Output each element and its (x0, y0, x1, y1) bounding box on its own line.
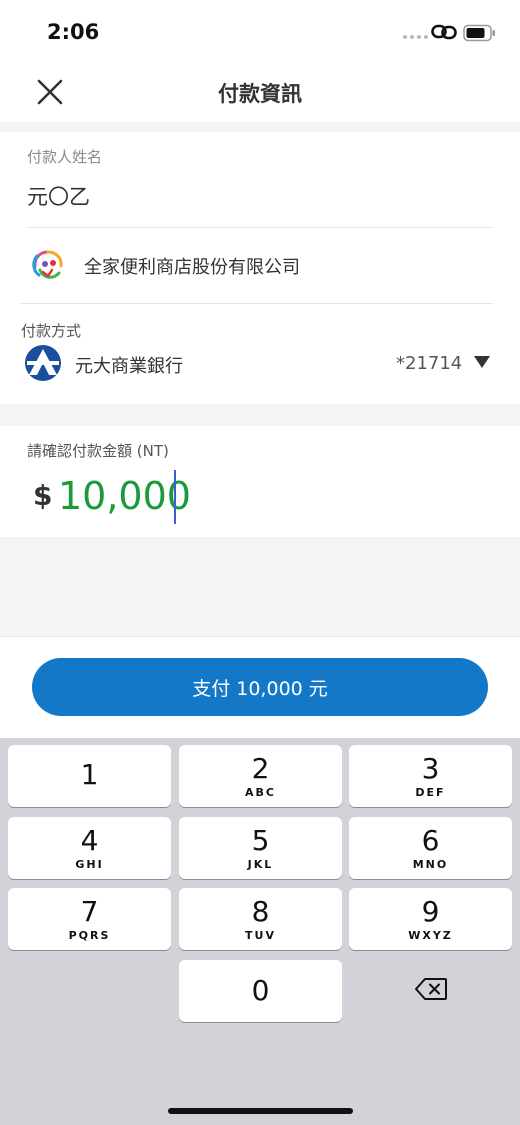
backspace-icon (414, 978, 447, 1000)
key-letters: TUV (245, 928, 276, 942)
page-title: 付款資訊 (218, 82, 302, 106)
currency-sign: $ (33, 479, 53, 512)
key-8[interactable]: 8 TUV (179, 888, 342, 950)
key-digit: 1 (80, 758, 99, 791)
key-digit: 4 (80, 823, 99, 857)
familymart-logo (32, 250, 63, 279)
key-digit: 8 (251, 894, 270, 928)
divider (21, 303, 493, 304)
key-letters: MNO (412, 857, 449, 871)
nav-bar: 付款資訊 (0, 62, 520, 122)
merchant-name: 全家便利商店股份有限公司 (84, 257, 300, 278)
key-letters: PQRS (68, 928, 111, 942)
status-time: 2:06 (47, 20, 100, 44)
key-digit: 0 (251, 974, 270, 1007)
key-letters: GHI (75, 857, 104, 871)
empty-area (0, 537, 520, 636)
amount-label: 請確認付款金額 (NT) (27, 442, 169, 460)
key-letters: ABC (245, 785, 276, 799)
payer-name-value: 元〇乙 (27, 185, 90, 209)
key-2[interactable]: 2 ABC (179, 745, 342, 807)
key-digit: 7 (80, 894, 99, 928)
key-0[interactable]: 0 (179, 960, 342, 1022)
key-7[interactable]: 7 PQRS (8, 888, 171, 950)
key-digit: 5 (251, 823, 270, 857)
signal-icon (403, 35, 428, 39)
key-1[interactable]: 1 (8, 745, 171, 807)
key-digit: 9 (421, 894, 440, 928)
key-digit: 6 (421, 823, 440, 857)
bank-account-number[interactable]: *21714 (396, 353, 462, 374)
pay-button[interactable]: 支付 10,000 元 (32, 658, 488, 716)
payer-name-label: 付款人姓名 (27, 148, 103, 166)
key-digit: 3 (421, 751, 440, 785)
key-letters: DEF (415, 785, 446, 799)
section-divider (0, 122, 520, 132)
home-indicator[interactable] (168, 1108, 353, 1114)
bank-name[interactable]: 元大商業銀行 (75, 352, 183, 378)
key-5[interactable]: 5 JKL (179, 817, 342, 879)
payment-method-label: 付款方式 (21, 322, 82, 340)
link-icon (431, 24, 457, 40)
section-divider (0, 404, 520, 426)
amount-input[interactable]: 10,000 (58, 474, 191, 518)
numeric-keypad: 1 2 ABC 3 DEF 4 GHI 5 JKL 6 MNO 7 PQRS 8… (0, 738, 520, 1125)
key-9[interactable]: 9 WXYZ (349, 888, 512, 950)
yuanta-logo (25, 345, 61, 381)
key-letters: JKL (247, 857, 274, 871)
key-4[interactable]: 4 GHI (8, 817, 171, 879)
status-bar: 2:06 (0, 0, 520, 62)
battery-icon (463, 24, 495, 42)
key-digit: 2 (251, 751, 270, 785)
key-6[interactable]: 6 MNO (349, 817, 512, 879)
divider (27, 227, 493, 228)
text-cursor (174, 470, 176, 524)
key-3[interactable]: 3 DEF (349, 745, 512, 807)
key-letters: WXYZ (408, 928, 453, 942)
backspace-button[interactable] (349, 958, 512, 1020)
chevron-down-icon[interactable] (472, 355, 492, 369)
pay-button-container: 支付 10,000 元 (0, 636, 520, 738)
